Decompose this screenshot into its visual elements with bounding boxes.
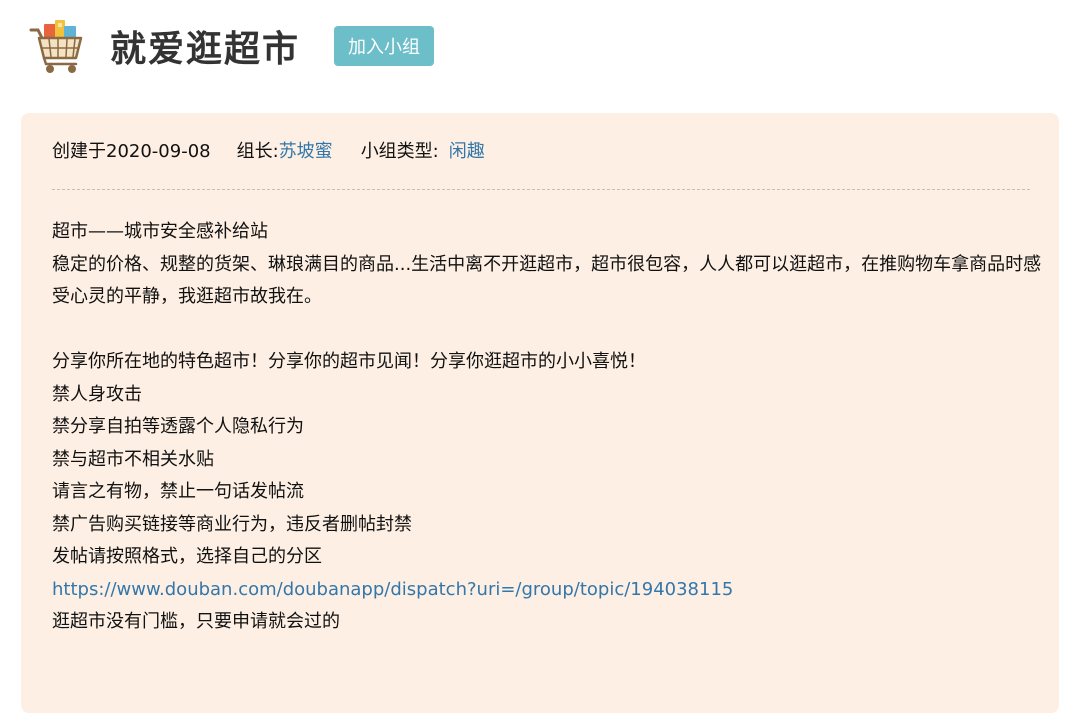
divider [52, 189, 1030, 190]
group-type-link[interactable]: 闲趣 [449, 141, 485, 162]
topic-link[interactable]: https://www.douban.com/doubanapp/dispatc… [52, 574, 1042, 607]
join-group-button[interactable]: 加入小组 [334, 26, 435, 66]
leader-label: 组长: [236, 141, 279, 162]
page-title: 就爱逛超市 [110, 29, 301, 70]
group-meta: 创建于2020-09-08 组长:苏坡蜜 小组类型: 闲趣 [52, 137, 485, 163]
group-description: 超市——城市安全感补给站 稳定的价格、规整的货架、琳琅满目的商品...生活中离不… [52, 216, 1042, 639]
rule-line: 禁人身攻击 [52, 383, 142, 405]
intro-line: 逛超市没有门槛，只要申请就会过的 [52, 611, 340, 632]
group-header: 就爱逛超市 加入小组 [28, 14, 435, 78]
rule-line: 禁分享自拍等透露个人隐私行为 [52, 416, 304, 437]
shopping-cart-icon [29, 20, 83, 73]
group-info-panel: 创建于2020-09-08 组长:苏坡蜜 小组类型: 闲趣 超市——城市安全感补给站 … [21, 113, 1059, 713]
rule-line: 发帖请按照格式，选择自己的分区 [52, 546, 322, 567]
rule-line: 禁广告购买链接等商业行为，违反者删帖封禁 [52, 513, 412, 535]
intro-line: 超市——城市安全感补给站 [52, 221, 268, 242]
intro-line: 分享你所在地的特色超市！分享你的超市见闻！分享你逛超市的小小喜悦！ [52, 351, 646, 372]
intro-line: 稳定的价格、规整的货架、琳琅满目的商品...生活中离不开逛超市，超市很包容，人人… [52, 253, 1042, 308]
rule-line: 禁与超市不相关水贴 [52, 448, 214, 470]
leader-link[interactable]: 苏坡蜜 [279, 141, 333, 162]
created-date: 创建于2020-09-08 [52, 141, 211, 162]
group-type-label: 小组类型: [360, 141, 439, 162]
rule-line: 请言之有物，禁止一句话发帖流 [52, 481, 304, 502]
